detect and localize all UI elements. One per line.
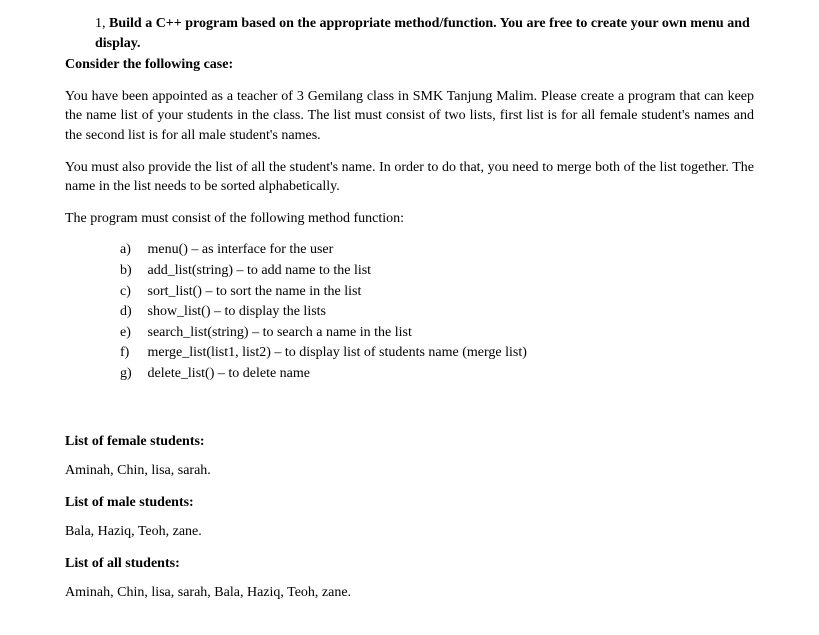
function-marker: c) bbox=[120, 282, 144, 302]
function-text: add_list(string) – to add name to the li… bbox=[148, 263, 372, 278]
function-text: search_list(string) – to search a name i… bbox=[148, 325, 412, 340]
section-heading-male: List of male students: bbox=[65, 493, 769, 513]
function-item: a) menu() – as interface for the user bbox=[120, 240, 769, 260]
function-marker: d) bbox=[120, 302, 144, 322]
function-item: g) delete_list() – to delete name bbox=[120, 364, 769, 384]
section-heading-all: List of all students: bbox=[65, 554, 769, 574]
question-number: 1, bbox=[95, 16, 106, 31]
paragraph-1: You have been appointed as a teacher of … bbox=[65, 87, 754, 146]
function-text: sort_list() – to sort the name in the li… bbox=[148, 284, 362, 299]
section-content-all: Aminah, Chin, lisa, sarah, Bala, Haziq, … bbox=[65, 583, 769, 603]
function-marker: g) bbox=[120, 364, 144, 384]
function-item: f) merge_list(list1, list2) – to display… bbox=[120, 343, 769, 363]
function-item: e) search_list(string) – to search a nam… bbox=[120, 323, 769, 343]
function-item: c) sort_list() – to sort the name in the… bbox=[120, 282, 769, 302]
function-text: menu() – as interface for the user bbox=[148, 242, 334, 257]
function-marker: b) bbox=[120, 261, 144, 281]
function-list: a) menu() – as interface for the user b)… bbox=[120, 240, 769, 383]
function-marker: a) bbox=[120, 240, 144, 260]
function-marker: e) bbox=[120, 323, 144, 343]
paragraph-2: You must also provide the list of all th… bbox=[65, 158, 754, 197]
question-header: 1, Build a C++ program based on the appr… bbox=[95, 14, 769, 53]
function-text: show_list() – to display the lists bbox=[148, 304, 327, 319]
function-text: delete_list() – to delete name bbox=[148, 366, 311, 381]
function-marker: f) bbox=[120, 343, 144, 363]
section-heading-female: List of female students: bbox=[65, 432, 769, 452]
function-text: merge_list(list1, list2) – to display li… bbox=[148, 345, 527, 360]
function-item: d) show_list() – to display the lists bbox=[120, 302, 769, 322]
function-item: b) add_list(string) – to add name to the… bbox=[120, 261, 769, 281]
section-content-female: Aminah, Chin, lisa, sarah. bbox=[65, 461, 769, 481]
paragraph-3: The program must consist of the followin… bbox=[65, 209, 754, 229]
consider-heading: Consider the following case: bbox=[65, 55, 769, 75]
section-content-male: Bala, Haziq, Teoh, zane. bbox=[65, 522, 769, 542]
question-title: Build a C++ program based on the appropr… bbox=[95, 16, 750, 51]
